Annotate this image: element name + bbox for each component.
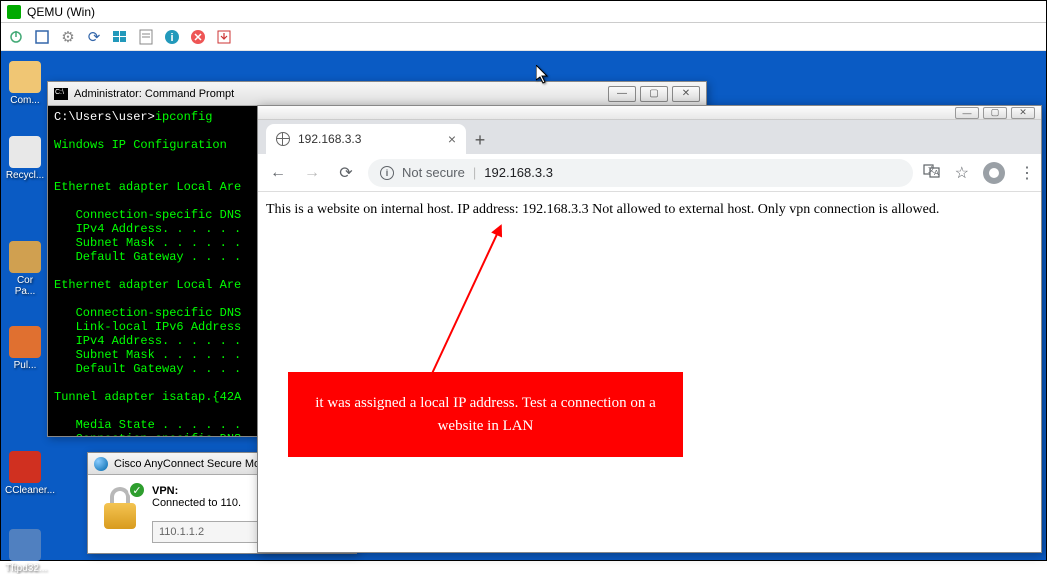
browser-maximize-button[interactable]: ▢: [983, 107, 1007, 119]
cmd-titlebar[interactable]: Administrator: Command Prompt — ▢ ✕: [48, 82, 706, 106]
page-text: This is a website on internal host. IP a…: [266, 202, 939, 217]
toolbar-gear-icon[interactable]: ⚙: [59, 28, 77, 46]
qemu-icon: [7, 5, 21, 19]
tab-title: 192.168.3.3: [298, 132, 361, 146]
lock-icon: ✓: [98, 485, 142, 529]
annotation-arrow: [428, 226, 502, 381]
browser-window[interactable]: — ▢ ✕ 192.168.3.3 × + ← → ⟳ i Not secure…: [257, 105, 1042, 553]
toolbar-info-icon[interactable]: i: [163, 28, 181, 46]
bookmark-icon[interactable]: ☆: [955, 163, 969, 183]
reload-button[interactable]: ⟳: [334, 163, 358, 183]
cmd-close-button[interactable]: ✕: [672, 86, 700, 102]
qemu-title-text: QEMU (Win): [27, 5, 95, 19]
page-content: This is a website on internal host. IP a…: [258, 192, 1041, 552]
annotation-text: it was assigned a local IP address. Test…: [315, 395, 656, 434]
qemu-toolbar: ⚙ ⟳ i: [1, 23, 1046, 51]
svg-text:i: i: [170, 32, 173, 44]
cmd-maximize-button[interactable]: ▢: [640, 86, 668, 102]
desktop-icon[interactable]: Recycl...: [5, 136, 45, 181]
browser-frame-titlebar[interactable]: — ▢ ✕: [258, 106, 1041, 120]
desktop-icon[interactable]: CorPa...: [5, 241, 45, 297]
tab-close-icon[interactable]: ×: [448, 131, 456, 147]
desktop[interactable]: Com... Recycl... CorPa... Pul... CCleaner...…: [1, 51, 1046, 560]
desktop-icon[interactable]: Pul...: [5, 326, 45, 371]
toolbar-refresh-icon[interactable]: ⟳: [85, 28, 103, 46]
annotation-box: it was assigned a local IP address. Test…: [288, 372, 683, 457]
translate-icon[interactable]: 文A: [923, 162, 941, 183]
forward-button[interactable]: →: [300, 164, 324, 182]
toolbar-power-icon[interactable]: [7, 28, 25, 46]
desktop-icon[interactable]: Tftpd32...: [5, 529, 45, 574]
toolbar-doc-icon[interactable]: [137, 28, 155, 46]
toolbar-windows-icon[interactable]: [111, 28, 129, 46]
new-tab-button[interactable]: +: [466, 126, 494, 154]
desktop-icon[interactable]: CCleaner...: [5, 451, 45, 496]
browser-tabbar: 192.168.3.3 × +: [258, 120, 1041, 154]
toolbar-export-icon[interactable]: [215, 28, 233, 46]
browser-minimize-button[interactable]: —: [955, 107, 979, 119]
globe-icon: [276, 132, 290, 146]
security-label: Not secure: [402, 165, 465, 180]
cmd-minimize-button[interactable]: —: [608, 86, 636, 102]
toolbar-fullscreen-icon[interactable]: [33, 28, 51, 46]
profile-avatar[interactable]: [983, 162, 1005, 184]
browser-close-button[interactable]: ✕: [1011, 107, 1035, 119]
address-bar[interactable]: i Not secure | 192.168.3.3: [368, 159, 913, 187]
toolbar-close-icon[interactable]: [189, 28, 207, 46]
cmd-title-text: Administrator: Command Prompt: [74, 88, 234, 100]
menu-icon[interactable]: ⋮: [1019, 163, 1033, 183]
back-button[interactable]: ←: [266, 164, 290, 182]
site-info-icon[interactable]: i: [380, 166, 394, 180]
url-text: 192.168.3.3: [484, 165, 553, 180]
svg-text:A: A: [934, 170, 939, 177]
divider: |: [473, 165, 476, 180]
desktop-icon[interactable]: Com...: [5, 61, 45, 106]
qemu-titlebar: QEMU (Win): [1, 1, 1046, 23]
cmd-icon: [54, 88, 68, 100]
browser-tab[interactable]: 192.168.3.3 ×: [266, 124, 466, 154]
anyconnect-icon: [94, 457, 108, 471]
browser-toolbar: ← → ⟳ i Not secure | 192.168.3.3 文A ☆ ⋮: [258, 154, 1041, 192]
anyconnect-title-text: Cisco AnyConnect Secure Mobi: [114, 458, 269, 470]
